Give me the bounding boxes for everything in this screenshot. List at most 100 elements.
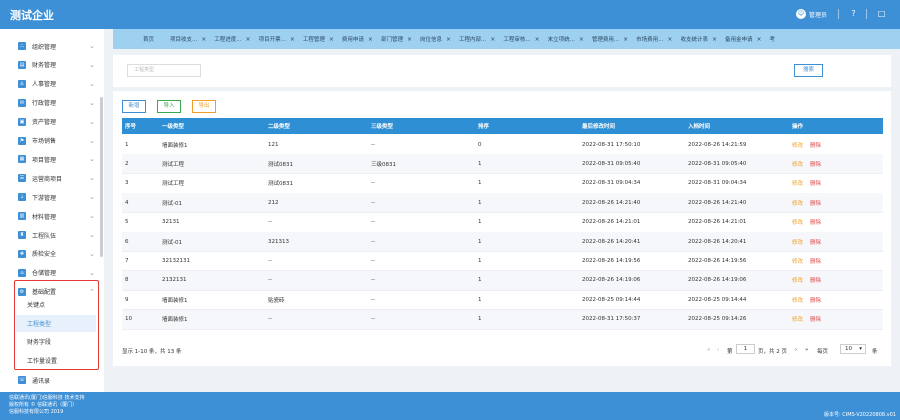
user-menu[interactable]: ☺ 管理员 (796, 9, 827, 19)
table-cell: -- (268, 219, 272, 226)
tab-label: 备用金申请 (725, 37, 753, 43)
delete-link[interactable]: 删除 (810, 296, 821, 304)
tab-item[interactable]: 费用申请 × (338, 29, 377, 49)
sidebar-item[interactable]: ♙ 人事管理 ⌄ (10, 75, 101, 93)
last-page-button[interactable]: » (805, 347, 808, 353)
sidebar-item[interactable]: ▥ 材料管理 ⌄ (10, 207, 101, 225)
close-icon[interactable]: × (446, 36, 451, 43)
first-page-button[interactable]: « (707, 347, 710, 353)
close-icon[interactable]: × (290, 36, 295, 43)
column-header: 入档时间 (688, 124, 711, 130)
tab-item[interactable]: 管理费用... × (588, 29, 632, 49)
table-cell: 墙面装修1 (162, 142, 188, 149)
edit-link[interactable]: 修改 (792, 141, 803, 149)
close-icon[interactable]: × (712, 36, 717, 43)
tab-item[interactable]: 备用金申请 × (721, 29, 766, 49)
close-icon[interactable]: × (246, 36, 251, 43)
close-icon[interactable]: × (368, 36, 373, 43)
tab-item[interactable]: 工程审核... × (499, 29, 543, 49)
table-cell: 贴瓷砖 (268, 297, 285, 304)
close-icon[interactable]: × (623, 36, 628, 43)
table-header: 序号 一级类型 二级类型 三级类型 排序 最后修改时间 入档时间 操作 (122, 118, 883, 134)
sidebar-item-label: 市场销售 (32, 138, 57, 145)
chevron-down-icon: ⌄ (89, 42, 95, 50)
table-cell: 2022-08-26 14:19:06 (582, 277, 641, 284)
chevron-down-icon: ⌄ (89, 98, 95, 107)
tab-label: 项目收支... (170, 37, 198, 43)
edit-link[interactable]: 修改 (792, 276, 803, 284)
close-icon[interactable]: × (667, 36, 672, 43)
close-icon[interactable]: × (757, 36, 762, 43)
close-icon[interactable]: × (535, 36, 540, 43)
table-cell: -- (371, 257, 375, 264)
sidebar-item[interactable]: ☰ 运营商项目 ⌄ (10, 169, 101, 187)
edit-link[interactable]: 修改 (792, 296, 803, 304)
row-actions: 修改 删除 (792, 154, 821, 173)
add-button[interactable]: 新增 (122, 100, 146, 113)
delete-link[interactable]: 删除 (810, 199, 821, 207)
sidebar-item[interactable]: ✉ 行政管理 ⌄ (10, 94, 101, 112)
delete-link[interactable]: 删除 (810, 238, 821, 246)
tab-item[interactable]: 工程管理 × (299, 29, 338, 49)
delete-link[interactable]: 删除 (810, 257, 821, 265)
delete-link[interactable]: 删除 (810, 218, 821, 226)
per-page-select[interactable]: 10 ▾ (840, 344, 866, 354)
sidebar-item[interactable]: ▣ 资产管理 ⌄ (10, 113, 101, 131)
edit-link[interactable]: 修改 (792, 160, 803, 168)
sidebar-item-label: 财务管理 (32, 62, 57, 70)
tab-item[interactable]: 部门管理 × (377, 29, 416, 49)
page-number-input[interactable]: 1 (736, 344, 755, 354)
type-search-input[interactable]: 工程类型 (127, 64, 201, 77)
close-icon[interactable]: × (407, 36, 412, 43)
edit-link[interactable]: 修改 (792, 179, 803, 187)
table-cell: 测试0831 (268, 161, 293, 168)
close-icon[interactable]: × (579, 36, 584, 43)
close-icon[interactable]: × (329, 36, 334, 43)
tab-item[interactable]: 市场费用... × (632, 29, 676, 49)
tab-item[interactable]: 首页 (113, 29, 167, 49)
sidebar-item[interactable]: ⇣ 下游管理 ⌄ (10, 188, 101, 206)
delete-link[interactable]: 删除 (810, 160, 821, 168)
sidebar-item[interactable]: ✚ 质检安全 ⌄ (10, 245, 101, 263)
tab-label: 首页 (143, 37, 155, 43)
tab-item[interactable]: 末立项统... × (544, 29, 588, 49)
column-header: 二级类型 (268, 124, 291, 130)
edit-link[interactable]: 修改 (792, 199, 803, 207)
edit-link[interactable]: 修改 (792, 315, 803, 323)
tab-item[interactable]: 岗位信息 × (416, 29, 455, 49)
delete-link[interactable]: 删除 (810, 315, 821, 323)
sidebar-item[interactable]: ♜ 工程队伍 ⌄ (10, 226, 101, 244)
prev-page-button[interactable]: ‹ (717, 347, 719, 353)
edit-link[interactable]: 修改 (792, 218, 803, 226)
close-icon[interactable]: × (201, 36, 206, 43)
search-button[interactable]: 搜索 (794, 64, 823, 77)
help-icon[interactable]: ? (848, 8, 859, 19)
sidebar-item[interactable]: ▦ 项目管理 ⌄ (10, 150, 101, 168)
pagination-summary: 显示 1-10 条，共 13 条 (122, 349, 182, 355)
sidebar-item-contacts[interactable]: ☏ 通讯录 (10, 371, 101, 389)
export-button[interactable]: 导出 (192, 100, 216, 113)
table-cell: 4 (125, 199, 129, 206)
delete-link[interactable]: 删除 (810, 179, 821, 187)
tab-item[interactable]: 工程内部... × (455, 29, 499, 49)
next-page-button[interactable]: › (795, 347, 797, 353)
table-cell: 0 (478, 141, 482, 148)
sidebar-item[interactable]: ⚑ 市场销售 ⌄ (10, 132, 101, 150)
menu-icon: ▥ (18, 212, 26, 221)
import-button[interactable]: 导入 (157, 100, 181, 113)
tab-item[interactable]: 工程进度... × (210, 29, 254, 49)
table-cell: 2022-08-31 17:50:37 (582, 316, 641, 323)
sidebar-item[interactable]: ▤ 财务管理 ⌄ (10, 56, 101, 74)
sidebar-item[interactable]: ⛬ 组织管理 ⌄ (10, 37, 101, 55)
edit-link[interactable]: 修改 (792, 257, 803, 265)
tab-item[interactable]: 项目开票... × (255, 29, 299, 49)
delete-link[interactable]: 删除 (810, 141, 821, 149)
tab-item[interactable]: 项目收支... × (166, 29, 210, 49)
tab-item[interactable]: 收支统计表 × (676, 29, 721, 49)
tab-item[interactable]: 考 (766, 29, 780, 49)
edit-link[interactable]: 修改 (792, 238, 803, 246)
device-icon[interactable]: □ (876, 8, 887, 19)
delete-link[interactable]: 删除 (810, 276, 821, 284)
tab-label: 工程进度... (214, 37, 242, 43)
close-icon[interactable]: × (490, 36, 495, 43)
